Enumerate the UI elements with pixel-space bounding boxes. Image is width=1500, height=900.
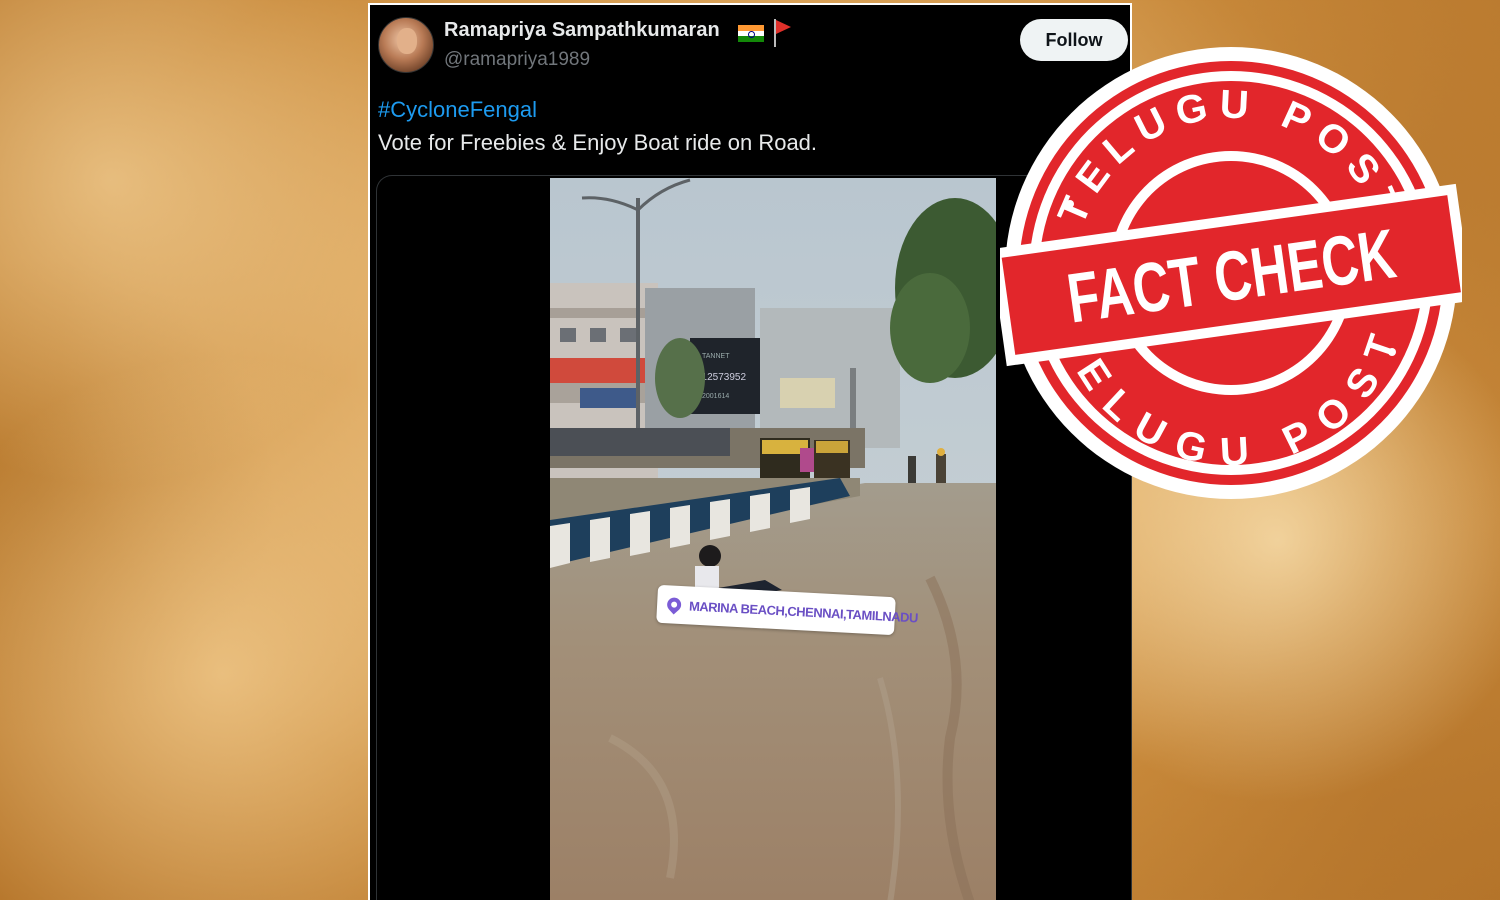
avatar-face	[397, 28, 417, 54]
billboard-line-1: TANNET	[702, 353, 730, 360]
avatar[interactable]	[378, 17, 434, 73]
video-frame[interactable]: TANNET 012573952 2001614 MARINA BEACH,CH…	[550, 178, 996, 900]
background-left	[0, 0, 370, 900]
india-flag-icon	[738, 25, 764, 43]
billboard-line-3: 2001614	[702, 393, 729, 400]
hashtag-link[interactable]: #CycloneFengal	[378, 97, 537, 123]
fact-check-stamp: TELUGU POST TELUGU POST FACT CHECK	[990, 42, 1473, 504]
display-name[interactable]: Ramapriya Sampathkumaran	[444, 19, 720, 42]
tweet-text: Vote for Freebies & Enjoy Boat ride on R…	[378, 130, 818, 155]
location-text: MARINA BEACH,CHENNAI,TAMILNADU	[688, 597, 919, 625]
location-pin-icon	[664, 594, 685, 615]
flooded-street-image: TANNET 012573952 2001614	[550, 178, 996, 900]
user-handle[interactable]: @ramapriya1989	[444, 49, 590, 71]
red-flag-icon	[772, 19, 792, 47]
